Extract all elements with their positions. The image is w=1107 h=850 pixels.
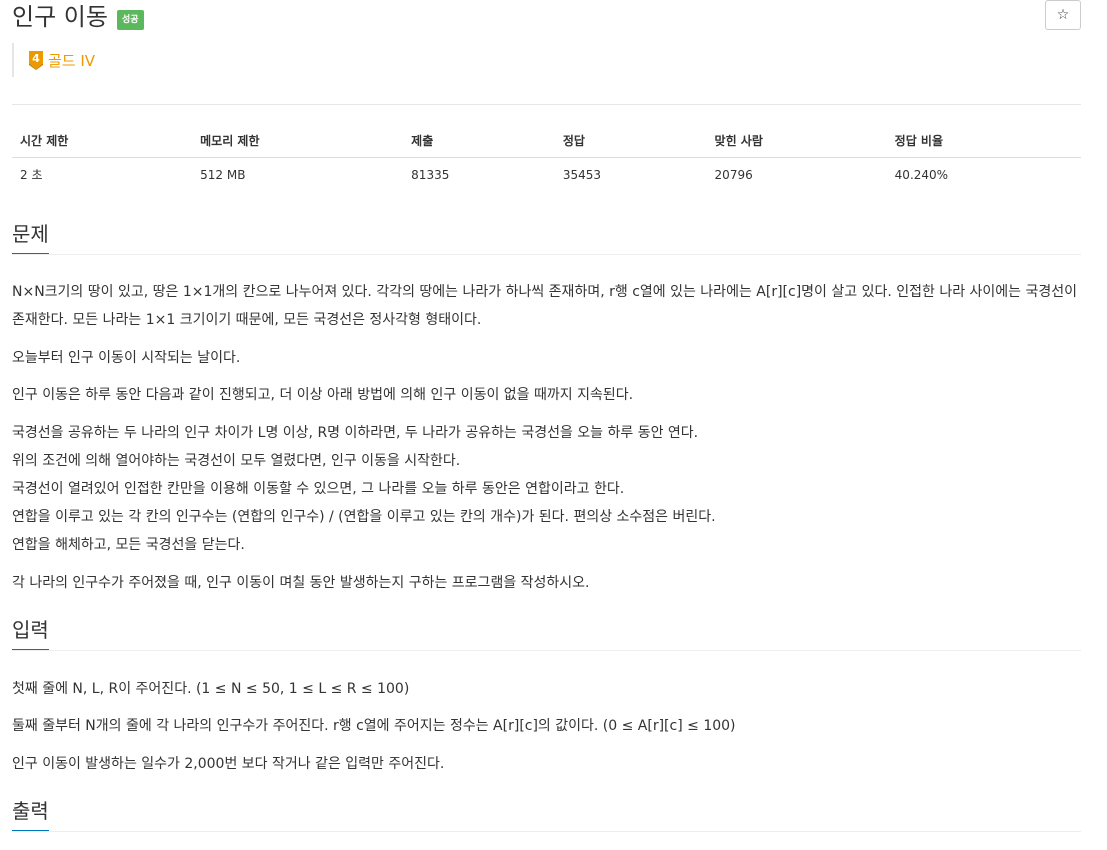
header-submissions: 제출 (403, 124, 555, 158)
input-paragraph-3: 인구 이동이 발생하는 일수가 2,000번 보다 작거나 같은 입력만 주어진… (12, 756, 445, 772)
problem-paragraph-4: 각 나라의 인구수가 주어졌을 때, 인구 이동이 며칠 동안 발생하는지 구하… (12, 575, 590, 591)
submissions-value[interactable]: 81335 (403, 158, 555, 192)
step-item: 연합을 이루고 있는 각 칸의 인구수는 (연합의 인구수) / (연합을 이루… (12, 509, 716, 525)
input-heading: 입력 (12, 617, 49, 650)
input-paragraph-1: 첫째 줄에 N, L, R이 주어진다. (1 ≤ N ≤ 50, 1 ≤ L … (12, 681, 410, 697)
problem-paragraph-3: 인구 이동은 하루 동안 다음과 같이 진행되고, 더 이상 아래 방법에 의해… (12, 387, 634, 403)
tier-block: 4 골드 IV (12, 43, 95, 77)
header-solved-users: 맞힌 사람 (706, 124, 887, 158)
input-paragraph-2: 둘째 줄부터 N개의 줄에 각 나라의 인구수가 주어진다. r행 c열에 주어… (12, 718, 736, 734)
accepted-value[interactable]: 35453 (555, 158, 707, 192)
step-item: 위의 조건에 의해 열어야하는 국경선이 모두 열렸다면, 인구 이동을 시작한… (12, 453, 461, 469)
step-item: 연합을 해체하고, 모든 국경선을 닫는다. (12, 537, 245, 553)
problem-info-table: 시간 제한 메모리 제한 제출 정답 맞힌 사람 정답 비율 2 초 512 M… (12, 124, 1081, 191)
tier-number: 4 (32, 52, 40, 65)
tier-label[interactable]: 골드 IV (48, 50, 95, 71)
output-section-heading: 출력 (12, 798, 1081, 832)
result-badge: 성공 (116, 10, 144, 30)
header-time-limit: 시간 제한 (12, 124, 193, 158)
problem-steps: 국경선을 공유하는 두 나라의 인구 차이가 L명 이상, R명 이하라면, 두… (12, 419, 1081, 559)
title-row: 인구 이동 성공 (12, 0, 144, 34)
accept-ratio-value: 40.240% (894, 167, 949, 182)
problem-section-heading: 문제 (12, 221, 1081, 255)
header-accepted: 정답 (554, 124, 707, 158)
heading-rule (12, 650, 1081, 651)
table-header-row: 시간 제한 메모리 제한 제출 정답 맞힌 사람 정답 비율 (12, 124, 1081, 158)
memory-limit-value: 512 MB (200, 167, 246, 182)
problem-paragraph-1: N×N크기의 땅이 있고, 땅은 1×1개의 칸으로 나누어져 있다. 각각의 … (12, 284, 1078, 328)
star-button[interactable]: ☆ (1045, 0, 1081, 30)
step-item: 국경선이 열려있어 인접한 칸만을 이용해 이동할 수 있으면, 그 나라를 오… (12, 481, 625, 497)
page-title: 인구 이동 (12, 3, 108, 31)
problem-heading: 문제 (12, 221, 49, 254)
heading-rule (12, 254, 1081, 255)
step-item: 국경선을 공유하는 두 나라의 인구 차이가 L명 이상, R명 이하라면, 두… (12, 425, 699, 441)
input-section-heading: 입력 (12, 617, 1081, 651)
divider (12, 104, 1081, 105)
table-row: 2 초 512 MB 81335 35453 20796 40.240% (12, 158, 1081, 192)
header-accept-ratio: 정답 비율 (886, 124, 1081, 158)
output-heading: 출력 (12, 798, 49, 831)
problem-paragraph-2: 오늘부터 인구 이동이 시작되는 날이다. (12, 350, 241, 366)
heading-rule (12, 831, 1081, 832)
tier-icon: 4 (28, 50, 44, 70)
star-icon: ☆ (1056, 7, 1070, 23)
header-memory-limit: 메모리 제한 (192, 124, 404, 158)
time-limit-value: 2 초 (20, 168, 43, 182)
solved-users-value[interactable]: 20796 (707, 158, 887, 192)
